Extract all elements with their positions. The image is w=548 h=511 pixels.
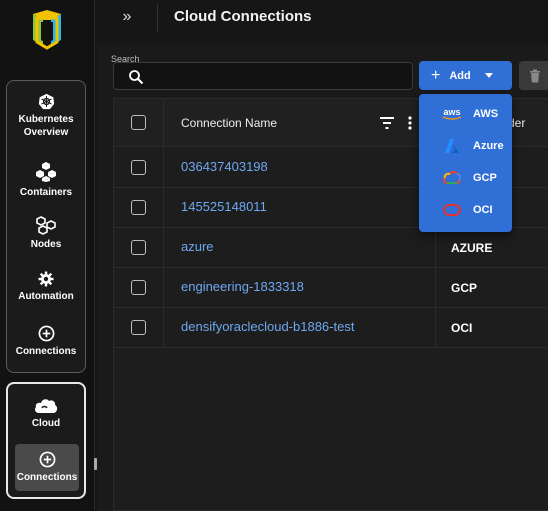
densify-logo <box>33 10 61 50</box>
sidebar-item-kubernetes-overview[interactable]: Kubernetes Overview <box>7 93 85 139</box>
sidebar-item-cloud-connections[interactable]: Connections <box>15 444 79 491</box>
table-row[interactable]: engineering-1833318 GCP <box>114 268 548 308</box>
column-divider <box>435 228 436 267</box>
provider-cell: AZURE <box>451 241 493 255</box>
column-divider <box>435 268 436 307</box>
column-header-connection-name[interactable]: Connection Name <box>181 116 277 130</box>
containers-icon <box>35 161 57 183</box>
menu-item-label: Azure <box>473 140 504 152</box>
sidebar-item-label: Kubernetes Overview <box>18 114 74 138</box>
page-header: » Cloud Connections <box>97 0 548 44</box>
menu-item-label: AWS <box>473 108 499 120</box>
sidebar-item-nodes[interactable]: Nodes <box>7 215 85 251</box>
cloud-icon <box>33 396 59 414</box>
menu-item-label: OCI <box>473 204 493 216</box>
oci-logo-icon <box>439 204 465 216</box>
sidebar-item-label: Connections <box>16 472 78 483</box>
sidebar-item-label: Cloud <box>31 418 61 429</box>
sidebar-item-cloud[interactable]: Cloud <box>8 396 84 430</box>
menu-item-azure[interactable]: Azure <box>419 132 512 160</box>
row-check-cell <box>114 308 164 347</box>
plus-circle-icon <box>38 325 55 342</box>
sidebar-item-connections[interactable]: Connections <box>7 325 85 358</box>
search-box[interactable] <box>113 62 413 90</box>
k8s-nav-group: Kubernetes Overview Containers Nodes Aut… <box>6 80 86 373</box>
search-icon <box>129 70 144 85</box>
page-title: Cloud Connections <box>174 8 312 25</box>
table-row[interactable]: azure AZURE <box>114 228 548 268</box>
plus-icon: + <box>431 66 441 84</box>
app-root: Kubernetes Overview Containers Nodes Aut… <box>0 0 548 511</box>
connection-name-link[interactable]: 145525148011 <box>181 199 267 214</box>
gcp-logo-icon <box>439 171 465 185</box>
row-checkbox[interactable] <box>131 280 146 295</box>
column-divider <box>435 308 436 347</box>
connection-name-link[interactable]: azure <box>181 239 214 254</box>
caret-down-icon <box>484 73 493 78</box>
sidebar-item-label: Connections <box>15 346 77 357</box>
sidebar-item-label: Nodes <box>30 239 62 250</box>
cloud-nav-group: Cloud Connections <box>6 382 86 499</box>
sidebar-item-containers[interactable]: Containers <box>7 161 85 199</box>
sidebar-item-label: Automation <box>18 291 74 302</box>
aws-logo-icon: aws <box>439 107 465 121</box>
row-checkbox[interactable] <box>131 240 146 255</box>
provider-cell: GCP <box>451 281 478 295</box>
row-check-cell <box>114 268 164 307</box>
sidebar: Kubernetes Overview Containers Nodes Aut… <box>0 0 95 511</box>
plus-circle-icon <box>39 451 56 468</box>
search-input[interactable] <box>150 67 400 87</box>
row-check-cell <box>114 188 164 227</box>
nodes-icon <box>35 215 57 235</box>
add-button-label: Add <box>449 69 471 82</box>
kebab-menu-icon[interactable] <box>408 116 412 130</box>
header-check-cell <box>114 99 164 146</box>
table-row[interactable]: densifyoraclecloud-b1886-test OCI <box>114 308 548 348</box>
connection-name-link[interactable]: engineering-1833318 <box>181 279 304 294</box>
connection-name-link[interactable]: densifyoraclecloud-b1886-test <box>181 319 354 334</box>
row-checkbox[interactable] <box>131 200 146 215</box>
gear-icon <box>38 271 54 287</box>
menu-item-label: GCP <box>473 172 497 184</box>
menu-item-oci[interactable]: OCI <box>419 196 512 224</box>
kubernetes-icon <box>38 93 55 110</box>
sidebar-item-label: Containers <box>19 187 73 198</box>
add-dropdown-menu: aws AWS Azure GCP OCI <box>419 94 512 232</box>
provider-cell: OCI <box>451 321 473 335</box>
connection-name-link[interactable]: 036437403198 <box>181 159 268 174</box>
aws-logo-text: aws <box>443 107 460 117</box>
select-all-checkbox[interactable] <box>131 115 146 130</box>
azure-logo-icon <box>439 138 465 154</box>
expand-sidebar-button[interactable]: » <box>118 8 136 26</box>
filter-icon[interactable] <box>380 117 394 129</box>
add-button[interactable]: + Add <box>419 61 512 90</box>
delete-button[interactable] <box>519 61 548 90</box>
sidebar-item-automation[interactable]: Automation <box>7 271 85 303</box>
row-checkbox[interactable] <box>131 160 146 175</box>
row-check-cell <box>114 228 164 267</box>
row-checkbox[interactable] <box>131 320 146 335</box>
header-divider <box>157 4 158 32</box>
menu-item-gcp[interactable]: GCP <box>419 164 512 192</box>
row-check-cell <box>114 148 164 187</box>
trash-icon <box>530 69 540 82</box>
menu-item-aws[interactable]: aws AWS <box>419 100 512 128</box>
